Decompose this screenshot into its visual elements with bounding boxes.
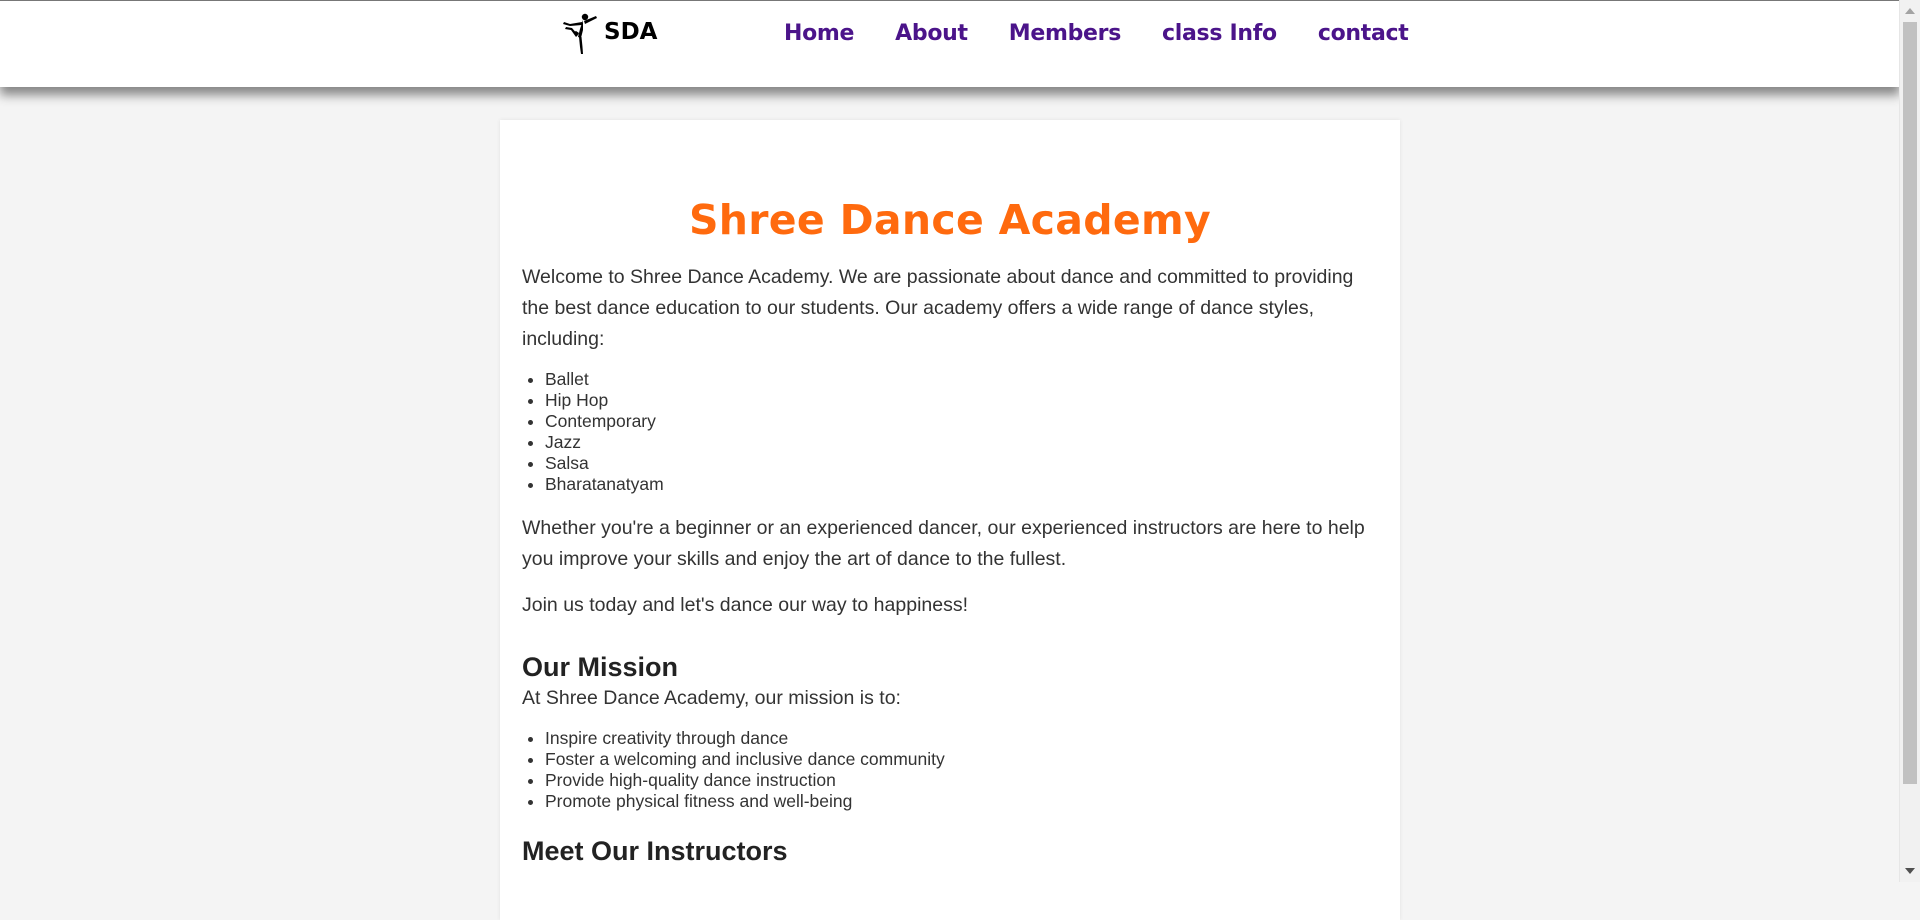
dancer-silhouette-icon <box>558 11 602 60</box>
nav-link-class-info[interactable]: class Info <box>1162 21 1277 46</box>
logo[interactable]: SDA <box>558 13 657 57</box>
mission-list: Inspire creativity through dance Foster … <box>522 728 1378 812</box>
list-item-style: Hip Hop <box>545 390 1378 411</box>
instructors-paragraph: Whether you're a beginner or an experien… <box>522 517 1365 570</box>
dance-styles-list: Ballet Hip Hop Contemporary Jazz Salsa B… <box>522 369 1378 495</box>
nav-link-contact[interactable]: contact <box>1318 21 1409 46</box>
logo-text: SDA <box>604 19 658 45</box>
nav-link-about[interactable]: About <box>895 21 968 46</box>
scrollbar-thumb[interactable] <box>1903 22 1917 784</box>
join-paragraph: Join us today and let's dance our way to… <box>522 594 969 616</box>
scroll-down-arrow-icon[interactable] <box>1905 868 1915 874</box>
list-item-mission: Inspire creativity through dance <box>545 728 1378 749</box>
mission-intro: At Shree Dance Academy, our mission is t… <box>522 687 901 709</box>
list-item-mission: Foster a welcoming and inclusive dance c… <box>545 749 1378 770</box>
intro-paragraph: Welcome to Shree Dance Academy. We are p… <box>522 266 1354 350</box>
instructors-heading: Meet Our Instructors <box>522 836 788 866</box>
list-item-style: Salsa <box>545 453 1378 474</box>
list-item-mission: Provide high-quality dance instruction <box>545 770 1378 791</box>
vertical-scrollbar[interactable] <box>1899 0 1920 882</box>
list-item-style: Ballet <box>545 369 1378 390</box>
list-item-style: Contemporary <box>545 411 1378 432</box>
nav-link-members[interactable]: Members <box>1009 21 1122 46</box>
mission-heading: Our Mission <box>522 652 679 682</box>
nav-link-home[interactable]: Home <box>784 21 854 46</box>
navbar: SDA Home About Members class Info contac… <box>0 1 1900 87</box>
list-item-style: Bharatanatyam <box>545 474 1378 495</box>
page-title: Shree Dance Academy <box>688 196 1212 244</box>
main-content-card: Shree Dance Academy Welcome to Shree Dan… <box>500 120 1400 920</box>
nav-menu: Home About Members class Info contact <box>784 21 1449 46</box>
scroll-up-arrow-icon[interactable] <box>1905 8 1915 14</box>
list-item-mission: Promote physical fitness and well-being <box>545 791 1378 812</box>
list-item-style: Jazz <box>545 432 1378 453</box>
